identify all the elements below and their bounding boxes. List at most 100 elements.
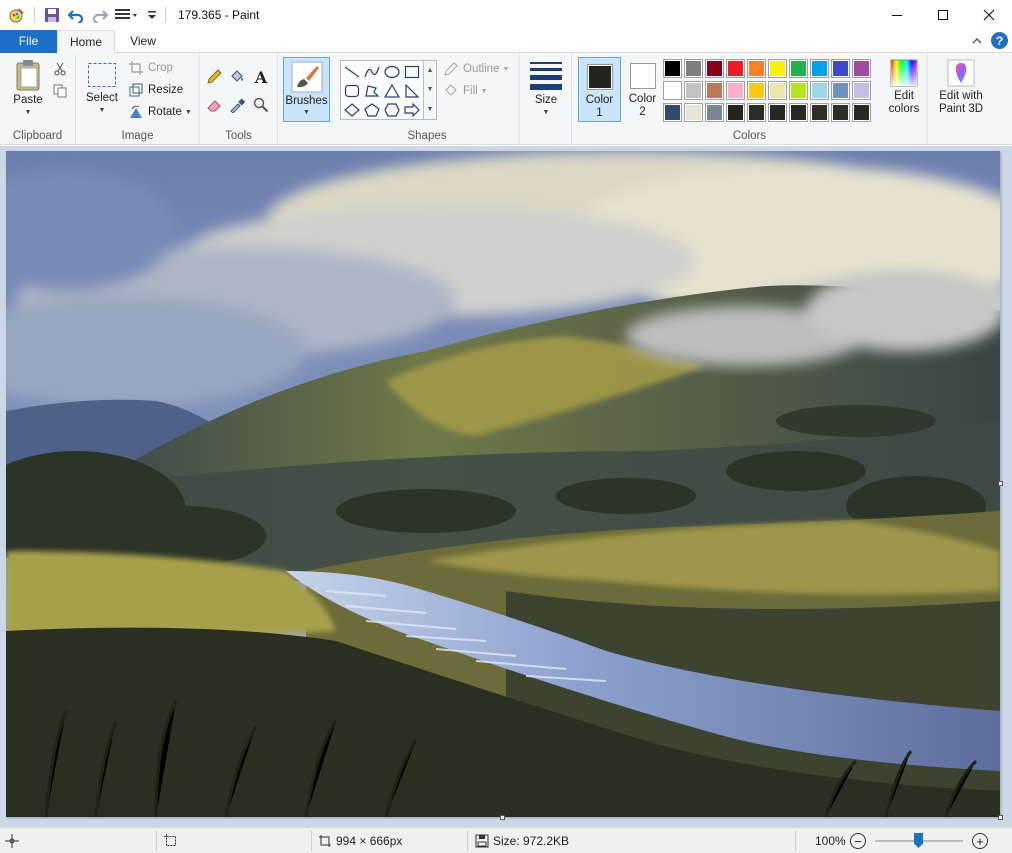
canvas-workspace	[0, 146, 1012, 827]
palette-swatch[interactable]	[810, 59, 829, 78]
palette-swatch[interactable]	[705, 103, 724, 122]
palette-swatch[interactable]	[663, 59, 682, 78]
outline-button[interactable]: Outline ▼	[443, 59, 509, 79]
palette-swatch[interactable]	[810, 103, 829, 122]
color-picker-tool[interactable]	[229, 95, 249, 115]
palette-swatch[interactable]	[726, 81, 745, 100]
palette-swatch[interactable]	[705, 59, 724, 78]
pentagon-shape-icon[interactable]	[362, 100, 382, 119]
right-triangle-shape-icon[interactable]	[402, 81, 422, 100]
paint-app-icon[interactable]	[6, 4, 28, 26]
qat-separator	[34, 7, 35, 23]
undo-icon[interactable]	[65, 4, 87, 26]
select-button[interactable]: Select ▼	[82, 61, 122, 115]
polygon-shape-icon[interactable]	[362, 81, 382, 100]
palette-swatch[interactable]	[747, 103, 766, 122]
drawing-canvas[interactable]	[6, 151, 1000, 817]
palette-swatch[interactable]	[663, 81, 682, 100]
copy-button[interactable]	[52, 81, 72, 101]
rectangle-shape-icon[interactable]	[402, 62, 422, 81]
right-arrow-shape-icon[interactable]	[402, 100, 422, 119]
size-button[interactable]: Size ▼	[526, 59, 566, 117]
cut-button[interactable]	[52, 59, 72, 79]
resize-handle-bottom[interactable]	[500, 815, 505, 820]
help-icon[interactable]: ?	[991, 32, 1008, 49]
palette-swatch[interactable]	[684, 103, 703, 122]
gallery-expand-icon[interactable]: ▼	[427, 106, 434, 113]
palette-swatch-fill	[791, 83, 806, 98]
zoom-slider-thumb[interactable]	[914, 833, 923, 848]
diamond-shape-icon[interactable]	[342, 100, 362, 119]
curve-shape-icon[interactable]	[362, 62, 382, 81]
tab-view[interactable]: View	[115, 30, 171, 54]
palette-swatch-fill	[854, 83, 869, 98]
oval-shape-icon[interactable]	[382, 62, 402, 81]
resize-button[interactable]: Resize	[128, 80, 183, 100]
resize-handle-corner[interactable]	[998, 815, 1003, 820]
fill-tool[interactable]	[229, 67, 249, 87]
edit-with-paint3d-button[interactable]: Edit with Paint 3D	[936, 59, 986, 116]
palette-swatch[interactable]	[789, 81, 808, 100]
palette-swatch[interactable]	[705, 81, 724, 100]
tab-file[interactable]: File	[0, 30, 57, 53]
close-button[interactable]	[966, 0, 1012, 30]
zoom-out-button[interactable]: −	[850, 833, 866, 849]
magnifier-tool[interactable]	[253, 95, 273, 115]
redo-icon[interactable]	[89, 4, 111, 26]
color2-button[interactable]: Color 2	[621, 57, 664, 122]
palette-swatch[interactable]	[768, 59, 787, 78]
palette-swatch[interactable]	[831, 103, 850, 122]
pencil-tool[interactable]	[206, 67, 226, 87]
palette-swatch[interactable]	[726, 59, 745, 78]
resize-handle-right[interactable]	[998, 481, 1003, 486]
color-spectrum-icon	[890, 59, 918, 87]
palette-swatch[interactable]	[726, 103, 745, 122]
palette-swatch[interactable]	[831, 81, 850, 100]
scroll-down-icon[interactable]: ▼	[427, 86, 434, 93]
palette-swatch[interactable]	[747, 81, 766, 100]
edit-colors-button[interactable]: Edit colors	[884, 59, 924, 116]
palette-swatch[interactable]	[831, 59, 850, 78]
rotate-button[interactable]: Rotate ▼	[128, 102, 192, 122]
palette-swatch[interactable]	[852, 81, 871, 100]
clipboard-icon	[16, 60, 40, 91]
save-icon[interactable]	[41, 4, 63, 26]
customize-qat-icon[interactable]	[145, 4, 159, 26]
palette-swatch-fill	[665, 83, 680, 98]
crop-button[interactable]: Crop	[128, 58, 173, 78]
palette-swatch[interactable]	[768, 103, 787, 122]
line-shape-icon[interactable]	[342, 62, 362, 81]
palette-swatch[interactable]	[747, 59, 766, 78]
text-tool[interactable]: A	[253, 67, 273, 87]
palette-swatch[interactable]	[789, 59, 808, 78]
palette-swatch[interactable]	[810, 81, 829, 100]
properties-menu-icon[interactable]	[113, 4, 143, 26]
eraser-tool[interactable]	[206, 95, 226, 115]
scroll-up-icon[interactable]: ▲	[427, 67, 434, 74]
image-group-label: Image	[121, 130, 154, 142]
palette-swatch[interactable]	[789, 103, 808, 122]
minimize-ribbon-icon[interactable]	[971, 36, 983, 46]
palette-swatch[interactable]	[684, 81, 703, 100]
color1-button[interactable]: Color 1	[578, 57, 621, 122]
maximize-button[interactable]	[920, 0, 966, 30]
palette-swatch[interactable]	[663, 103, 682, 122]
palette-swatch[interactable]	[852, 103, 871, 122]
tab-home[interactable]: Home	[57, 30, 115, 54]
triangle-shape-icon[interactable]	[382, 81, 402, 100]
window-controls	[874, 0, 1012, 30]
palette-swatch[interactable]	[852, 59, 871, 78]
color1-fill	[588, 66, 611, 88]
hexagon-shape-icon[interactable]	[382, 100, 402, 119]
minimize-button[interactable]	[874, 0, 920, 30]
fill-button[interactable]: Fill ▼	[443, 81, 488, 101]
rounded-rectangle-shape-icon[interactable]	[342, 81, 362, 100]
zoom-in-button[interactable]: +	[972, 833, 988, 849]
paste-button[interactable]: Paste ▼	[8, 59, 48, 117]
palette-swatch[interactable]	[768, 81, 787, 100]
brushes-button[interactable]: Brushes ▼	[283, 57, 330, 122]
shapes-gallery-scroll[interactable]: ▲ ▼ ▼	[424, 60, 437, 120]
palette-swatch-fill	[707, 61, 722, 76]
palette-swatch[interactable]	[684, 59, 703, 78]
palette-swatch-fill	[854, 105, 869, 120]
